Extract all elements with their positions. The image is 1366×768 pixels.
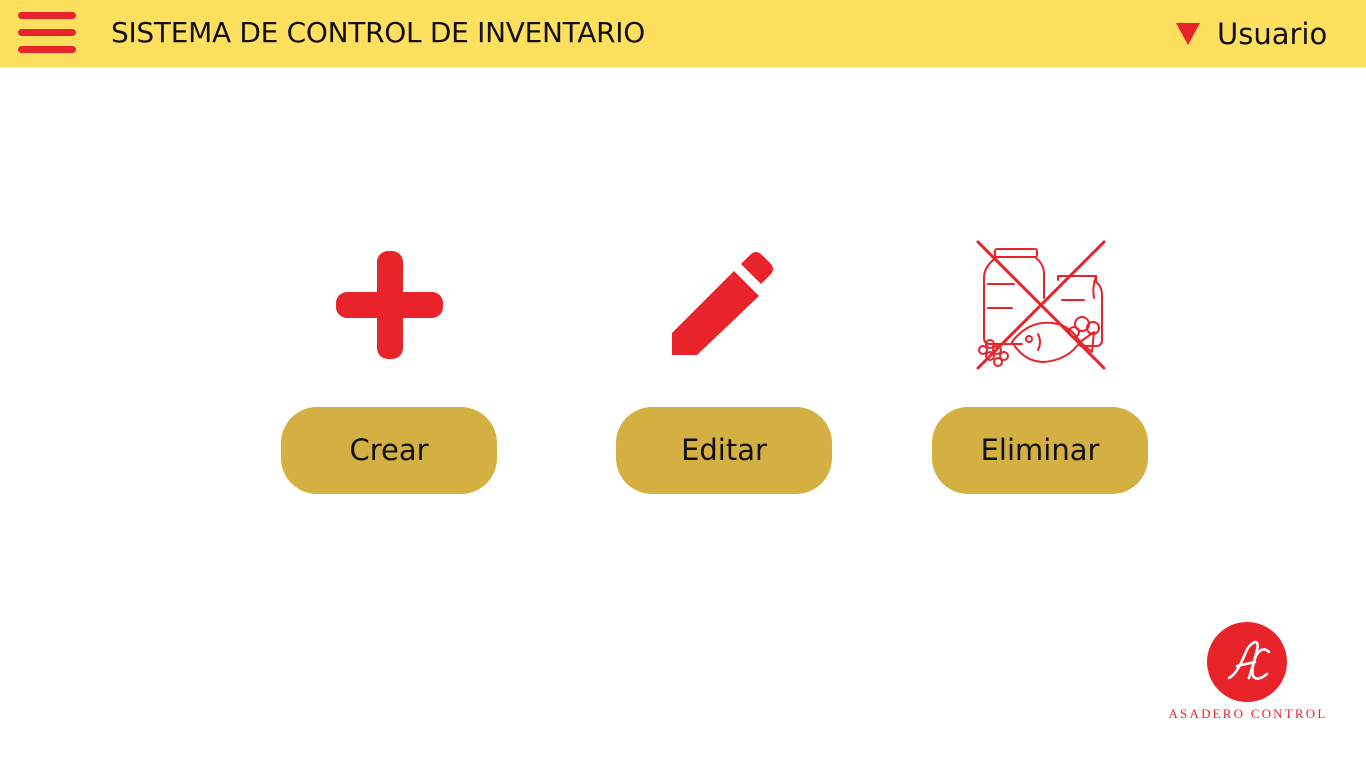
hamburger-menu-button[interactable] xyxy=(16,10,78,58)
logo-text: ASADERO CONTROL xyxy=(1168,706,1328,721)
hamburger-icon-line xyxy=(18,29,76,36)
no-food-icon[interactable] xyxy=(972,238,1110,372)
page-title: SISTEMA DE CONTROL DE INVENTARIO xyxy=(111,16,645,49)
top-bar: SISTEMA DE CONTROL DE INVENTARIO Usuario xyxy=(0,0,1366,67)
user-menu-label: Usuario xyxy=(1217,17,1328,51)
logo-circle xyxy=(1207,622,1287,702)
asadero-control-logo: ASADERO CONTROL xyxy=(1150,620,1346,724)
editar-button[interactable]: Editar xyxy=(616,407,832,494)
plus-icon[interactable] xyxy=(330,246,450,366)
hamburger-icon-line xyxy=(18,12,76,19)
monogram-icon xyxy=(1227,640,1271,680)
hamburger-icon-line xyxy=(18,46,76,53)
eliminar-button[interactable]: Eliminar xyxy=(932,407,1148,494)
pencil-icon[interactable] xyxy=(666,246,782,362)
crear-button[interactable]: Crear xyxy=(281,407,497,494)
caret-down-icon xyxy=(1176,23,1200,45)
